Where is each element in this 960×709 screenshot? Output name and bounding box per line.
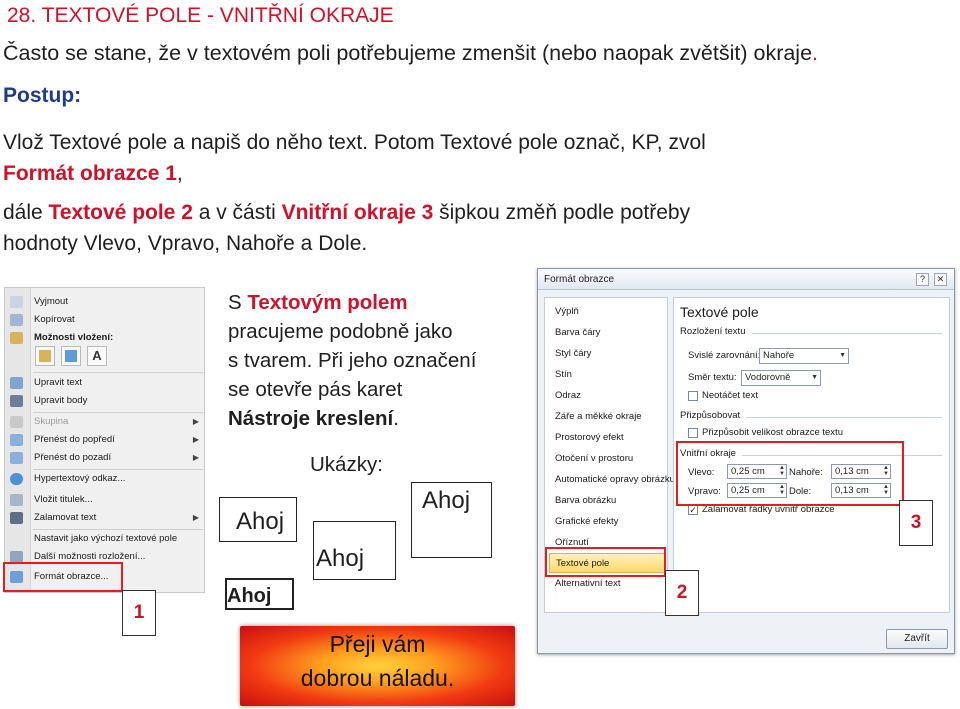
postup-heading: Postup:: [3, 84, 82, 107]
close-button[interactable]: Zavřít: [886, 629, 948, 649]
category-line-style[interactable]: Styl čáry: [549, 344, 665, 364]
close-icon[interactable]: ✕: [934, 273, 947, 286]
examples-heading: Ukázky:: [310, 453, 383, 476]
text-direction-value: Vodorovně: [745, 372, 791, 383]
category-3d-format[interactable]: Prostorový efekt: [549, 428, 665, 448]
marker-2: 2: [665, 570, 699, 616]
highlight-format-shape: [3, 562, 123, 592]
dialog-title: Formát obrazce: [544, 274, 615, 285]
no-rotate-checkbox[interactable]: [688, 391, 698, 401]
wrap-text-icon: [10, 512, 23, 524]
chevron-down-icon: ▼: [811, 374, 818, 381]
category-picture-color[interactable]: Barva obrázku: [549, 491, 665, 511]
chevron-down-icon: ▼: [839, 352, 846, 359]
menu-item-cut[interactable]: Vyjmout: [5, 293, 205, 311]
copy-icon: [10, 314, 23, 326]
category-glow[interactable]: Záře a měkké okraje: [549, 407, 665, 427]
marker-1: 1: [122, 590, 156, 636]
category-shadow[interactable]: Stín: [549, 365, 665, 385]
paste-merge-button[interactable]: [61, 346, 81, 366]
category-fill[interactable]: Výplň: [549, 302, 665, 322]
menu-item-group[interactable]: Skupina ▶: [5, 413, 205, 431]
menu-item-edit-points[interactable]: Upravit body: [5, 392, 205, 410]
menu-item-copy[interactable]: Kopírovat: [5, 311, 205, 329]
autofit-label: Přizpůsobit velikost obrazce textu: [702, 427, 843, 438]
edit-text-icon: [10, 377, 23, 389]
menu-item-insert-caption[interactable]: Vložit titulek...: [5, 491, 205, 509]
example-textbox-3: Ahoj: [411, 482, 492, 558]
highlight-text-box-category: [545, 547, 666, 577]
page-title: 28. TEXTOVÉ POLE - VNITŘNÍ OKRAJE: [7, 4, 394, 27]
category-reflection[interactable]: Odraz: [549, 386, 665, 406]
wrap-text-checkbox[interactable]: ✓: [688, 505, 698, 515]
edit-points-icon: [10, 395, 23, 407]
paste-merge-icon: [65, 350, 77, 362]
no-rotate-label: Neotáčet text: [702, 390, 758, 401]
vertical-align-value: Nahoře: [763, 350, 795, 361]
step1-line1: Vlož Textové pole a napiš do něho text. …: [3, 131, 706, 154]
example-textbox-4: Ahoj: [225, 578, 294, 610]
dialog-title-bar: Formát obrazce ? ✕: [538, 269, 954, 290]
menu-item-hyperlink[interactable]: Hypertextový odkaz...: [5, 470, 205, 488]
section-title: Textové pole: [680, 304, 759, 320]
menu-item-set-default[interactable]: Nastavit jako výchozí textové pole: [5, 530, 205, 548]
paste-text-only-button[interactable]: A: [87, 346, 107, 366]
category-3d-rotation[interactable]: Otočení v prostoru: [549, 449, 665, 469]
menu-separator: [33, 372, 203, 373]
vertical-align-select[interactable]: Nahoře ▼: [759, 348, 849, 364]
divider: [746, 417, 942, 418]
layout-heading: Rozložení textu: [680, 326, 746, 337]
example-textbox-1: Ahoj: [219, 497, 297, 542]
greeting-banner: Přeji vám dobrou náladu.: [240, 626, 515, 706]
submenu-arrow-icon: ▶: [192, 453, 199, 462]
submenu-arrow-icon: ▶: [192, 417, 199, 426]
bring-forward-icon: [10, 434, 23, 446]
text-direction-label: Směr textu:: [688, 372, 737, 383]
banner-line-2: dobrou náladu.: [300, 665, 455, 691]
banner-line-1: Přeji vám: [329, 631, 426, 657]
paste-icon: [10, 332, 23, 344]
menu-item-send-backward[interactable]: Přenést do pozadí ▶: [5, 449, 205, 467]
help-icon[interactable]: ?: [916, 273, 929, 286]
vertical-align-label: Svislé zarovnání:: [688, 350, 761, 361]
paste-icon: [39, 350, 51, 362]
menu-item-edit-text[interactable]: Upravit text: [5, 374, 205, 392]
marker-3: 3: [899, 500, 933, 546]
category-artistic-effects[interactable]: Grafické efekty: [549, 512, 665, 532]
caption-icon: [10, 494, 23, 506]
divider: [752, 333, 942, 334]
example-textbox-2: Ahoj: [313, 521, 396, 580]
scissors-icon: [10, 296, 23, 308]
step2-line1: dále Textové pole 2 a v části Vnitřní ok…: [3, 201, 691, 224]
category-line-color[interactable]: Barva čáry: [549, 323, 665, 343]
group-icon: [10, 416, 23, 428]
category-picture-corrections[interactable]: Automatické opravy obrázku: [549, 470, 675, 490]
category-alt-text[interactable]: Alternativní text: [549, 574, 665, 594]
menu-item-wrap-text[interactable]: Zalamovat text ▶: [5, 509, 205, 527]
context-menu: Vyjmout Kopírovat Možnosti vložení: A Up…: [4, 287, 205, 593]
autofit-checkbox[interactable]: [688, 428, 698, 438]
hyperlink-icon: [10, 473, 23, 485]
menu-item-paste-options: Možnosti vložení:: [5, 329, 205, 347]
step2-line2: hodnoty Vlevo, Vpravo, Nahoře a Dole.: [3, 232, 368, 255]
submenu-arrow-icon: ▶: [192, 513, 199, 522]
textbox-description: S Textovým polem pracujeme podobně jako …: [228, 291, 477, 430]
menu-item-bring-forward[interactable]: Přenést do popředí ▶: [5, 431, 205, 449]
intro-text: Často se stane, že v textovém poli potře…: [3, 41, 819, 65]
paste-keep-format-button[interactable]: [35, 346, 55, 366]
step1-line2: Formát obrazce 1,: [3, 162, 183, 185]
autofit-heading: Přizpůsobovat: [680, 410, 741, 421]
text-direction-select[interactable]: Vodorovně ▼: [741, 370, 821, 386]
highlight-internal-margins: [676, 441, 904, 506]
send-backward-icon: [10, 452, 23, 464]
submenu-arrow-icon: ▶: [192, 435, 199, 444]
